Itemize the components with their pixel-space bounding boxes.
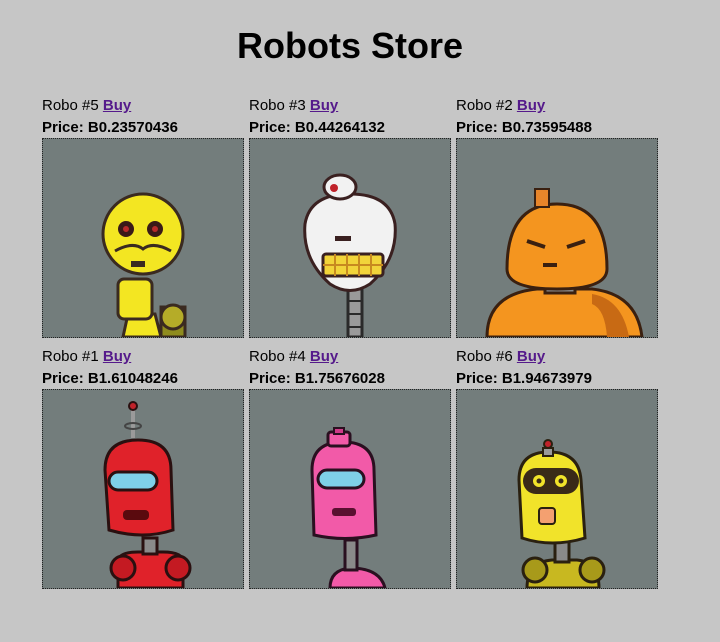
robot-header: Robo #4 Buy	[249, 347, 452, 367]
robot-card: Robo #4 Buy Price: B1.75676028	[249, 347, 452, 589]
buy-link[interactable]: Buy	[103, 97, 131, 114]
robot-card: Robo #6 Buy Price: B1.94673979	[456, 347, 659, 589]
robot-card: Robo #3 Buy Price: B0.44264132	[249, 96, 452, 338]
robot-image	[303, 173, 397, 337]
robot-header: Robo #5 Buy	[42, 96, 245, 116]
page-title: Robots Store	[236, 25, 463, 66]
robot-image-frame	[456, 138, 658, 338]
robot-price: Price: B1.94673979	[456, 370, 592, 387]
robot-grid: Robo #5 Buy Price: B0.23570436 Robo #3 B…	[42, 96, 659, 589]
robot-name: Robo #1	[42, 348, 99, 365]
robot-image	[517, 439, 606, 588]
robot-header: Robo #2 Buy	[456, 96, 659, 116]
robot-name: Robo #2	[456, 97, 513, 114]
robot-name: Robo #4	[249, 348, 306, 365]
buy-link[interactable]: Buy	[103, 348, 131, 365]
robot-price: Price: B0.23570436	[42, 119, 178, 136]
robot-price: Price: B0.44264132	[249, 119, 385, 136]
robot-image-frame	[42, 138, 244, 338]
robot-image	[101, 192, 187, 337]
buy-link[interactable]: Buy	[517, 97, 545, 114]
robot-image	[103, 401, 192, 588]
robot-image-frame	[249, 138, 451, 338]
robot-header: Robo #6 Buy	[456, 347, 659, 367]
buy-link[interactable]: Buy	[517, 348, 545, 365]
buy-link[interactable]: Buy	[310, 348, 338, 365]
robot-header: Robo #1 Buy	[42, 347, 245, 367]
buy-link[interactable]: Buy	[310, 97, 338, 114]
robot-image-frame	[42, 389, 244, 589]
robot-name: Robo #5	[42, 97, 99, 114]
robot-name: Robo #6	[456, 348, 513, 365]
robot-header: Robo #3 Buy	[249, 96, 452, 116]
robot-price: Price: B0.73595488	[456, 119, 592, 136]
robot-card: Robo #1 Buy Price: B1.61048246	[42, 347, 245, 589]
robot-price: Price: B1.61048246	[42, 370, 178, 387]
robot-image-frame	[249, 389, 451, 589]
robot-image	[485, 188, 644, 337]
robot-image	[310, 427, 387, 588]
robot-card: Robo #2 Buy Price: B0.73595488	[456, 96, 659, 338]
robot-image-frame	[456, 389, 658, 589]
robot-price: Price: B1.75676028	[249, 370, 385, 387]
robot-card: Robo #5 Buy Price: B0.23570436	[42, 96, 245, 338]
robot-name: Robo #3	[249, 97, 306, 114]
